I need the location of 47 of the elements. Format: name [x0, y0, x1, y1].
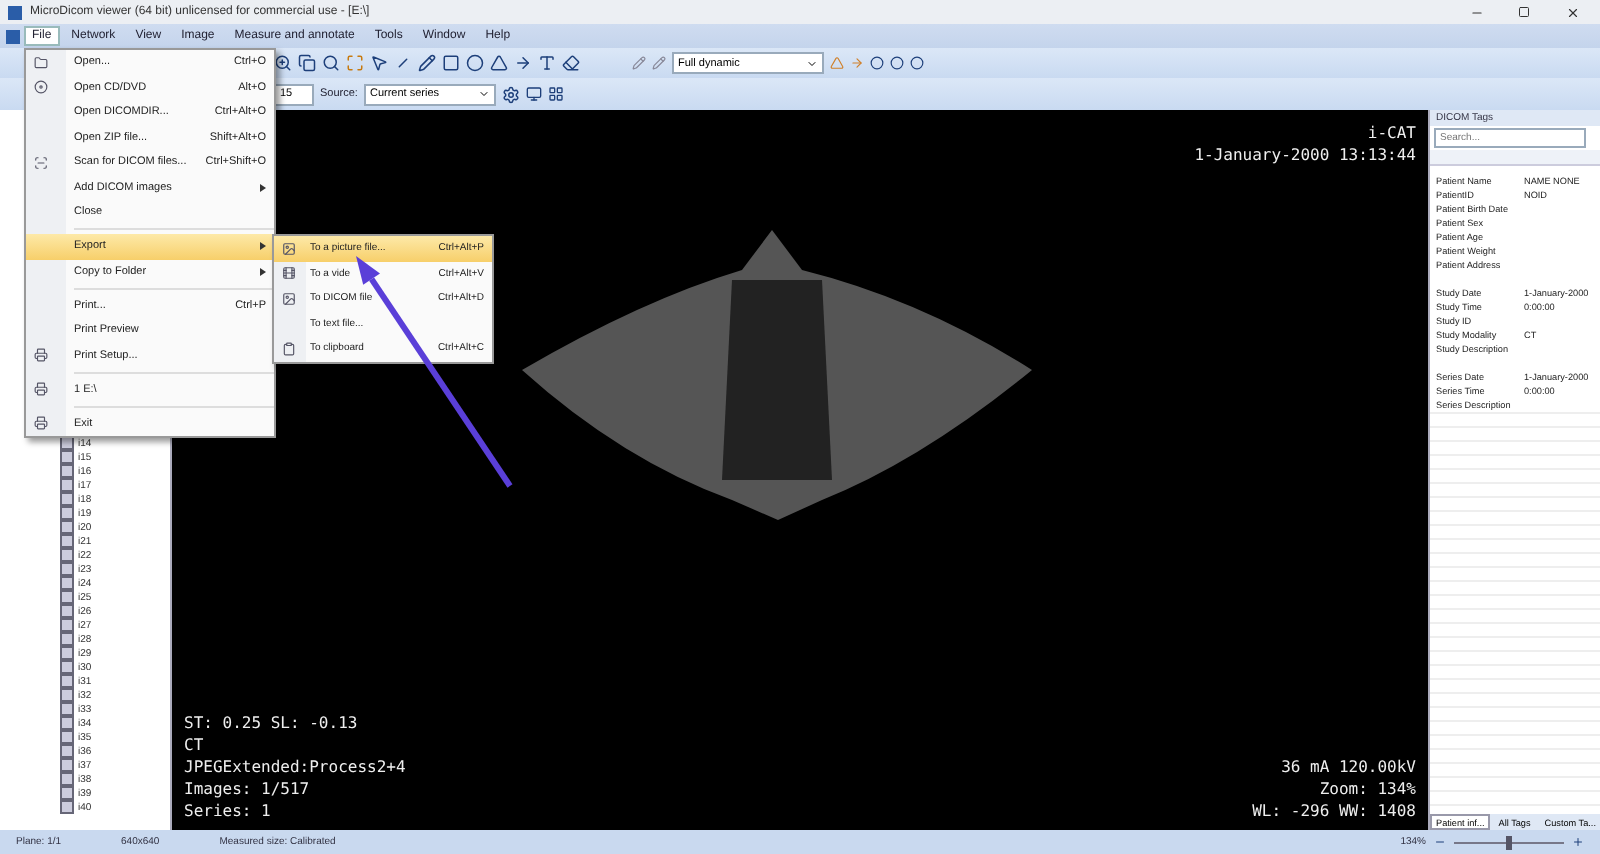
overlay-text: Images: 1/517	[184, 778, 310, 800]
zoom-icon[interactable]	[274, 54, 292, 72]
overlay-text: JPEGExtended:Process2+4	[184, 756, 406, 778]
search-icon[interactable]	[322, 54, 340, 72]
eraser-icon[interactable]	[562, 54, 580, 72]
rectangle-icon[interactable]	[442, 54, 460, 72]
settings-icon[interactable]	[501, 85, 520, 103]
overlay-text: 1-January-2000 13:13:44	[1194, 144, 1416, 166]
fit-icon[interactable]	[346, 54, 364, 72]
overlay-text: i-CAT	[1367, 122, 1416, 144]
monitor-icon[interactable]	[525, 86, 542, 102]
submenu-arrow-icon	[260, 267, 266, 276]
menu-icon	[282, 341, 296, 356]
menu-icon	[282, 241, 296, 256]
circle-icon[interactable]	[890, 56, 904, 70]
overlay-text: Series: 1	[184, 800, 271, 822]
menu-icon	[34, 55, 48, 70]
overlay-text: WL: -296 WW: 1408	[1252, 800, 1416, 822]
caret-icon	[477, 88, 490, 100]
menu-icon	[34, 382, 48, 397]
overlay-text: CT	[184, 734, 204, 756]
overlay-text: 36 mA 120.00kV	[1281, 756, 1416, 778]
line-icon[interactable]	[394, 54, 412, 72]
menu-icon	[34, 155, 48, 170]
caret-icon	[806, 57, 818, 69]
text-icon[interactable]	[538, 54, 556, 72]
zoom-in-icon[interactable]	[1572, 836, 1584, 848]
menu-icon	[34, 416, 48, 431]
menu-icon	[34, 348, 48, 363]
copy-icon[interactable]	[298, 54, 316, 72]
circle-icon[interactable]	[910, 56, 924, 70]
arrow-icon[interactable]	[514, 54, 532, 72]
pencil-icon[interactable]	[418, 54, 436, 72]
menu-icon	[282, 291, 296, 306]
ellipse-icon[interactable]	[466, 54, 484, 72]
close-icon[interactable]	[1565, 5, 1579, 19]
submenu-arrow-icon	[260, 183, 266, 192]
menu-icon	[282, 266, 296, 281]
grid-icon[interactable]	[547, 86, 564, 102]
maximize-icon[interactable]	[1518, 6, 1530, 18]
pointer-icon[interactable]	[370, 54, 388, 72]
submenu-arrow-icon	[260, 242, 266, 251]
menu-icon	[34, 80, 48, 95]
overlay-text: Zoom: 134%	[1319, 778, 1416, 800]
slider-thumb[interactable]	[1506, 835, 1512, 849]
overlay-text: ST: 0.25 SL: -0.13	[184, 712, 358, 734]
circle-icon[interactable]	[870, 56, 884, 70]
